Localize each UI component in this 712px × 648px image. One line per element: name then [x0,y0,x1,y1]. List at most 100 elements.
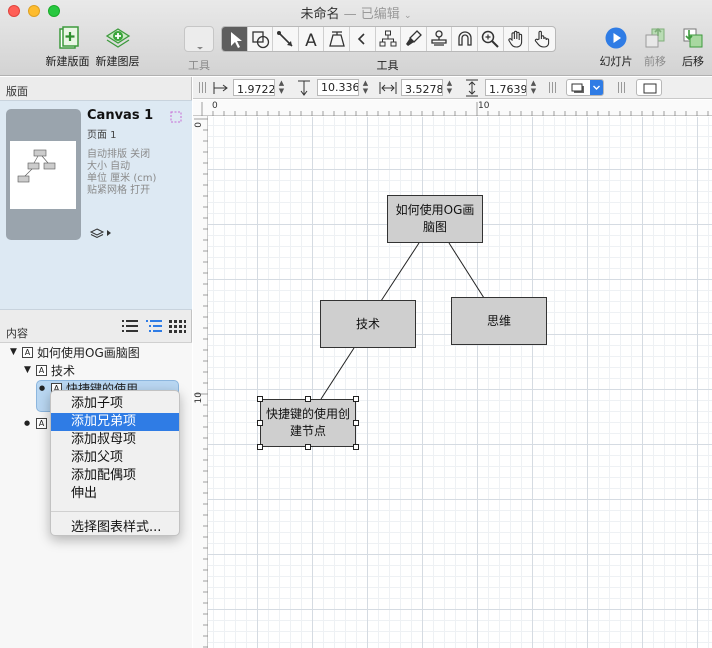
menu-item-5[interactable]: 伸出 [51,485,179,503]
bring-forward-button[interactable]: 前移 [640,26,670,69]
context-menu: 添加子项 添加兄弟项 添加叔母项 添加父项 添加配偶项 伸出 选择图表样式... [50,390,180,536]
resize-handle[interactable] [305,396,311,402]
resize-handle[interactable] [353,420,359,426]
vertical-ruler-ticks [194,118,208,648]
grip-handle[interactable] [549,82,556,93]
menu-item-4[interactable]: 添加配偶项 [51,467,179,485]
outline-row-tech[interactable]: ▼ A 技术 [24,361,75,379]
tool-button-style-brush[interactable] [401,27,427,51]
send-backward-button[interactable]: 后移 [678,26,708,69]
geometry-bar: 1.9722 厘 ▲▼ 10.3361 ▲▼ 3.5278 厘 ▲▼ 1.763… [193,77,712,99]
tool-button-browse-hand[interactable] [529,27,555,51]
thumbnail-diagram-icon [17,149,56,183]
grid-view-icon[interactable] [169,320,186,333]
layers-icon[interactable] [89,227,114,239]
drawing-canvas[interactable]: 如何使用OG画脑图 技术 思维 快捷键的使用创建节点 [208,117,712,648]
tool-button-shape-tool[interactable] [248,27,274,51]
style-well[interactable] [184,26,214,52]
title-menu-chevron-icon[interactable]: ⌄ [404,11,412,21]
shape-tool-icon [252,31,270,49]
canvas-thumbnail-page [10,141,76,209]
menu-item-2[interactable]: 添加叔母项 [51,431,179,449]
context-menu-items: 添加子项 添加兄弟项 添加叔母项 添加父项 添加配偶项 伸出 [51,395,179,503]
height-stepper-icon[interactable]: ▲ ▼ [529,79,538,96]
width-stepper-icon[interactable]: ▲ ▼ [445,79,454,96]
pointer-icon [231,32,243,48]
tool-button-magnet[interactable] [452,27,478,51]
canvas-name: Canvas 1 [87,108,154,123]
vertical-ruler: 0 10 [193,116,208,648]
title-toolbar: 未命名 — 已编辑 ⌄ 新建版面 新建图层 工具 A 工具 幻灯片 前移 后移 [0,0,712,76]
style-label: 工具 [188,59,210,72]
diagram-style-icon [328,31,345,47]
svg-text:A: A [305,31,317,51]
outline-view-modes[interactable] [122,318,186,334]
new-canvas-button[interactable]: 新建版面 [45,26,90,69]
grip-handle[interactable] [618,82,625,93]
connector-root-tech[interactable] [380,242,420,302]
menu-item-0[interactable]: 添加子项 [51,395,179,413]
slideshow-button[interactable]: 幻灯片 [598,26,634,69]
tool-button-rubber-stamp[interactable] [427,27,453,51]
x-stepper-icon[interactable]: ▲ ▼ [277,79,286,96]
node-thinking[interactable]: 思维 [451,297,547,345]
diagram-tree-icon [379,30,397,47]
popup-chevron-icon[interactable] [590,80,603,95]
tool-button-diagram-tree[interactable] [376,27,402,51]
zoom-icon [481,30,499,48]
tool-button-line-tool[interactable] [273,27,299,51]
y-position-field[interactable]: 10.3361 [317,79,359,96]
grip-handle[interactable] [199,82,206,93]
document-status: — 已编辑 [343,7,400,22]
height-field[interactable]: 1.7639 厘 [485,79,527,96]
connector-root-thinking[interactable] [448,242,485,299]
tool-button-hand[interactable] [504,27,530,51]
stroke-popup[interactable] [636,79,662,96]
rubber-stamp-icon [431,30,447,46]
disclosure-open-icon[interactable]: ▼ [10,347,20,357]
tool-button-zoom[interactable] [478,27,504,51]
width-field[interactable]: 3.5278 厘 [401,79,443,96]
tools-label: 工具 [376,59,399,72]
resize-handle[interactable] [353,396,359,402]
menu-item-1[interactable]: 添加兄弟项 [51,413,179,431]
node-tech[interactable]: 技术 [320,300,416,348]
resize-handle[interactable] [257,444,263,450]
tool-button-chevron-left[interactable] [350,27,376,51]
canvas-thumbnail[interactable] [6,109,111,240]
disclosure-open-icon[interactable]: ▼ [24,365,34,375]
stroke-style-icon [643,83,657,94]
resize-handle[interactable] [257,396,263,402]
height-icon [466,79,478,97]
shadow-popup[interactable] [566,79,604,96]
y-position-icon [298,80,310,96]
chevron-down-icon [197,47,203,50]
y-stepper-icon[interactable]: ▲ ▼ [361,79,370,96]
tool-button-pointer[interactable] [222,27,248,51]
resize-handle[interactable] [257,420,263,426]
chevron-left-icon [358,33,365,45]
outline-view-icon[interactable] [146,320,162,332]
bullet-icon: ● [24,419,31,427]
canvas-prop-snap-grid: 贴紧网格 打开 [87,185,151,196]
menu-item-3[interactable]: 添加父项 [51,449,179,467]
new-layer-label: 新建图层 [95,55,140,68]
node-shortcut[interactable]: 快捷键的使用创建节点 [260,399,356,447]
outline-row-root[interactable]: ▼ A 如何使用OG画脑图 [10,343,140,361]
horizontal-ruler-ticks [201,102,709,116]
canvas-list: Canvas 1 页面 1 自动排版 关闭 大小 自动 单位 厘米 (cm) 贴… [0,100,192,310]
text-tool-icon: A [305,31,317,51]
new-layer-button[interactable]: 新建图层 [95,26,140,69]
tools-segmented-control: A [221,26,556,52]
tool-button-diagram-style[interactable] [324,27,350,51]
connector-tech-shortcut[interactable] [320,347,355,400]
list-view-icon[interactable] [122,320,138,332]
resize-handle[interactable] [353,444,359,450]
resize-handle[interactable] [305,444,311,450]
node-root[interactable]: 如何使用OG画脑图 [387,195,483,243]
play-icon [605,27,627,49]
menu-item-choose-diagram-style[interactable]: 选择图表样式... [51,519,179,537]
new-canvas-label: 新建版面 [45,55,90,68]
tool-button-text-tool[interactable]: A [299,27,325,51]
x-position-field[interactable]: 1.9722 厘 [233,79,275,96]
